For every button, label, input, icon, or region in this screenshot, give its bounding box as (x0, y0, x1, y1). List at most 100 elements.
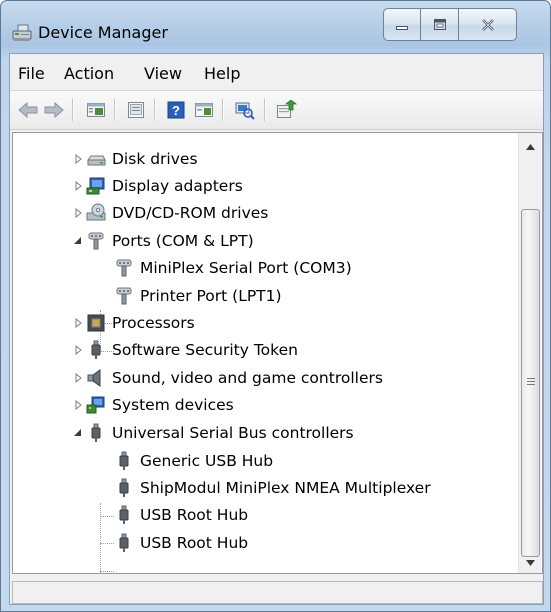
toolbar-separator (154, 99, 156, 121)
tree-node-display-adapters[interactable]: Display adapters (72, 174, 243, 198)
vertical-scrollbar[interactable] (518, 133, 541, 573)
chevron-up-icon (525, 144, 535, 150)
dvd-drive-icon (86, 203, 106, 221)
forward-button[interactable] (42, 98, 66, 122)
expand-arrow-icon[interactable] (74, 208, 84, 218)
menu-bar: File Action View Help (10, 54, 543, 91)
scrollbar-thumb[interactable] (521, 209, 540, 557)
update-driver-icon (277, 100, 297, 118)
device-tree[interactable]: Disk drives Display adapters DVD/CD-ROM … (12, 132, 543, 574)
client-area: File Action View Help ? Disk drives Disp… (9, 53, 544, 605)
tree-guide-line (100, 516, 114, 517)
usb-plug-icon (91, 423, 101, 442)
maximize-icon (433, 18, 446, 30)
expand-arrow-icon[interactable] (74, 400, 84, 410)
expand-arrow-icon[interactable] (74, 373, 84, 383)
chevron-down-icon (525, 560, 535, 566)
status-bar (12, 581, 543, 604)
forward-icon (44, 101, 64, 119)
back-button[interactable] (16, 98, 40, 122)
port-icon (116, 287, 132, 305)
menu-file[interactable]: File (18, 64, 45, 83)
usb-plug-icon (119, 533, 129, 552)
update-driver-button[interactable] (274, 98, 298, 122)
toolbar-separator (264, 99, 266, 121)
properties-sheet-icon (128, 102, 144, 118)
close-button[interactable] (459, 8, 517, 41)
properties-sheet-button[interactable] (124, 98, 148, 122)
tree-child-printer-port[interactable]: Printer Port (LPT1) (114, 284, 282, 308)
tree-child-shipmodul-miniplex[interactable]: ShipModul MiniPlex NMEA Multiplexer (114, 476, 431, 500)
tree-node-label: Software Security Token (112, 341, 298, 359)
expand-arrow-icon[interactable] (74, 345, 84, 355)
scan-hardware-icon (235, 102, 255, 120)
tree-node-label: Printer Port (LPT1) (140, 287, 282, 305)
tree-node-dvd-cd-rom-drives[interactable]: DVD/CD-ROM drives (72, 201, 268, 225)
usb-plug-icon (119, 451, 129, 470)
expand-arrow-icon[interactable] (74, 181, 84, 191)
tree-node-ports[interactable]: Ports (COM & LPT) (72, 229, 254, 253)
usb-plug-icon (119, 505, 129, 524)
collapse-arrow-icon[interactable] (73, 236, 83, 246)
back-icon (18, 101, 38, 119)
tree-node-label: USB Root Hub (140, 534, 249, 552)
tree-node-usb-controllers[interactable]: Universal Serial Bus controllers (72, 421, 354, 445)
disk-drive-icon (87, 155, 106, 166)
toolbar-separator (72, 99, 74, 121)
minimize-icon (396, 25, 408, 30)
tree-child-usb-root-hub[interactable]: USB Root Hub (114, 503, 248, 527)
tree-node-label: Universal Serial Bus controllers (112, 424, 354, 442)
tree-guide-line (100, 543, 114, 544)
processor-icon (87, 314, 105, 332)
show-hide-icon (195, 103, 213, 117)
title-bar[interactable]: Device Manager (1, 1, 550, 53)
expand-arrow-icon[interactable] (74, 154, 84, 164)
scroll-down-button[interactable] (519, 553, 541, 573)
close-icon (481, 18, 494, 31)
scrollbar-grip (527, 381, 535, 382)
port-icon (88, 232, 104, 250)
device-manager-app-icon (12, 24, 32, 41)
show-hide-button[interactable] (192, 98, 216, 122)
help-button[interactable]: ? (164, 98, 188, 122)
speaker-icon (87, 369, 101, 387)
scrollbar-grip (527, 378, 535, 379)
tree-child-generic-usb-hub[interactable]: Generic USB Hub (114, 449, 273, 473)
menu-action[interactable]: Action (64, 64, 114, 83)
scan-hardware-button[interactable] (232, 98, 256, 122)
toolbar-separator (114, 99, 116, 121)
tree-node-label: Ports (COM & LPT) (112, 232, 254, 250)
properties-pane-icon (87, 103, 105, 117)
properties-pane-button[interactable] (84, 98, 108, 122)
tree-child-usb-root-hub[interactable]: USB Root Hub (114, 531, 248, 555)
device-manager-window: Device Manager File Action View Help ? D… (0, 0, 551, 612)
maximize-button[interactable] (421, 8, 459, 41)
tree-node-processors[interactable]: Processors (72, 311, 195, 335)
tree-child-miniplex-serial-port[interactable]: MiniPlex Serial Port (COM3) (114, 256, 352, 280)
tree-node-label: MiniPlex Serial Port (COM3) (140, 259, 352, 277)
tree-node-sound-video-game-controllers[interactable]: Sound, video and game controllers (72, 366, 383, 390)
menu-help[interactable]: Help (204, 64, 240, 83)
tree-node-label: USB Root Hub (140, 506, 249, 524)
scroll-up-button[interactable] (519, 137, 541, 157)
system-device-icon (86, 396, 105, 414)
collapse-arrow-icon[interactable] (73, 428, 83, 438)
expand-arrow-icon[interactable] (74, 318, 84, 328)
caption-buttons (383, 8, 517, 46)
tree-node-system-devices[interactable]: System devices (72, 393, 234, 417)
tree-node-disk-drives[interactable]: Disk drives (72, 147, 198, 171)
menu-view[interactable]: View (144, 64, 182, 83)
tree-node-label: DVD/CD-ROM drives (112, 204, 269, 222)
window-title: Device Manager (38, 23, 168, 42)
tree-node-label: System devices (112, 396, 234, 414)
tree-node-label: Sound, video and game controllers (112, 369, 383, 387)
toolbar: ? (10, 91, 543, 130)
usb-plug-icon (91, 340, 101, 359)
tree-node-label: Disk drives (112, 150, 198, 168)
tree-guide-line (100, 571, 114, 572)
toolbar-separator (222, 99, 224, 121)
minimize-button[interactable] (383, 8, 421, 41)
tree-guide-line (100, 503, 101, 573)
tree-node-software-security-token[interactable]: Software Security Token (72, 338, 298, 362)
display-adapter-icon (86, 177, 105, 195)
